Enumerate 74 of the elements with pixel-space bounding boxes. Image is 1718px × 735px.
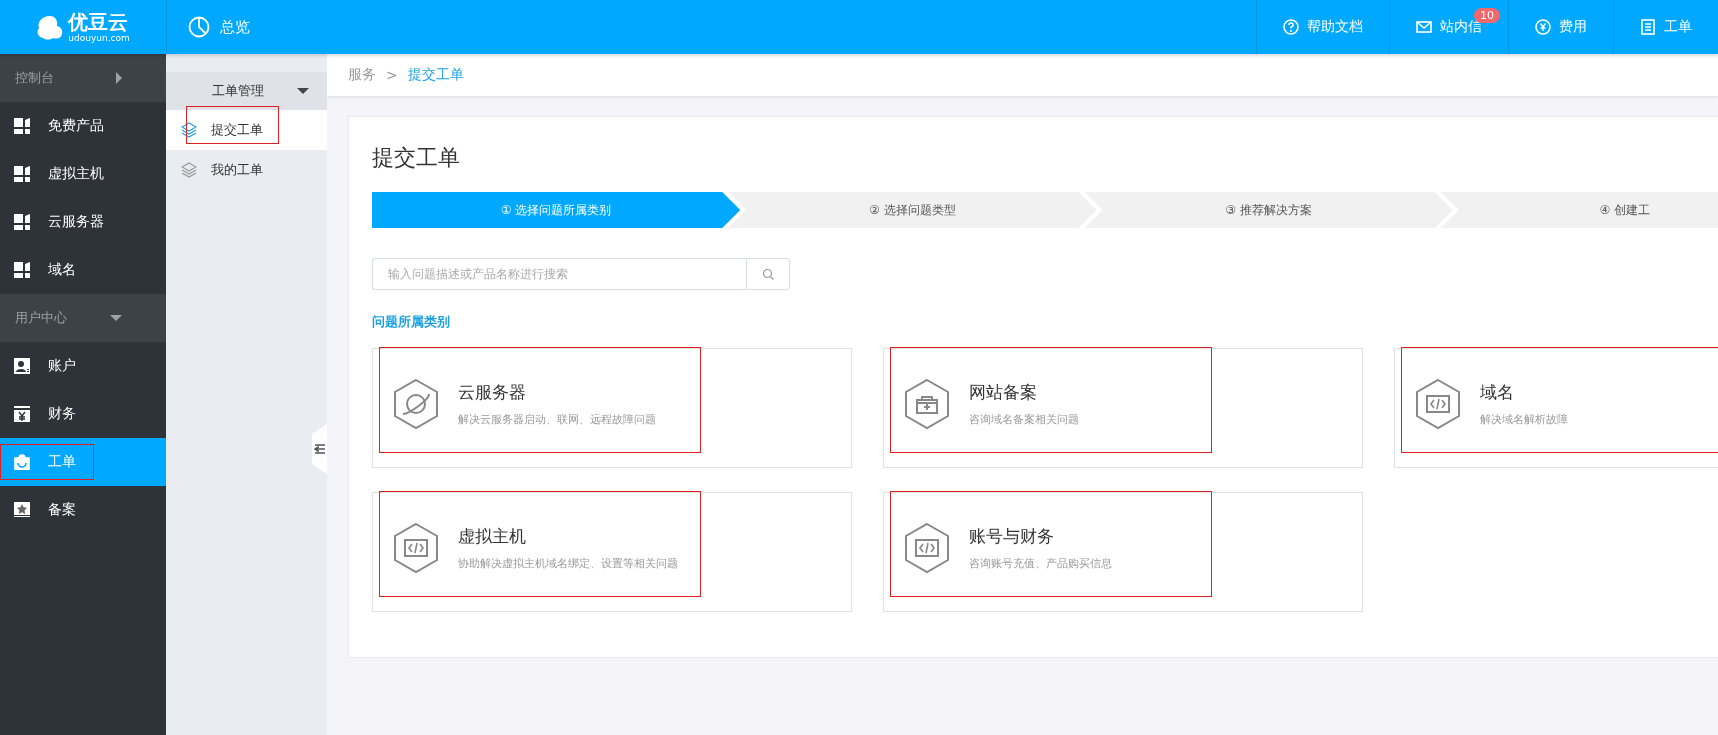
brand-name: 优豆云 xyxy=(68,11,130,32)
sidebar-section-header[interactable]: 用户中心 xyxy=(0,294,166,342)
code-hexagon-icon xyxy=(902,522,952,574)
caret-down-icon xyxy=(110,315,122,321)
section-label: 控制台 xyxy=(15,69,54,87)
mail-icon xyxy=(1416,19,1432,35)
pie-chart-icon xyxy=(188,16,210,38)
brand-domain: udouyun.com xyxy=(68,33,130,43)
sidebar-item[interactable]: 域名 xyxy=(0,246,166,294)
grid-icon xyxy=(14,262,30,278)
sidebar-item[interactable]: 财务 xyxy=(0,390,166,438)
cloud-logo-icon xyxy=(36,14,65,40)
layers-icon xyxy=(181,122,197,138)
sidebar-item[interactable]: 虚拟主机 xyxy=(0,150,166,198)
yen-icon xyxy=(1535,19,1551,35)
card-title: 域名 xyxy=(1480,381,1515,404)
nav-label: 帮助文档 xyxy=(1307,18,1363,36)
panel-title: 提交工单 xyxy=(372,144,461,172)
sidebar-label: 免费产品 xyxy=(48,117,104,135)
group-label: 工单管理 xyxy=(212,82,264,100)
sidebar-section-header[interactable]: 控制台 xyxy=(0,54,166,102)
search-field[interactable]: 输入问题描述或产品名称进行搜索 xyxy=(372,258,746,290)
sidebar-label: 备案 xyxy=(48,501,76,519)
sidebar-item[interactable]: 备案 xyxy=(0,486,166,534)
user-card-icon xyxy=(14,358,30,374)
star-certificate-icon xyxy=(14,502,30,518)
code-hexagon-icon xyxy=(391,522,441,574)
nav-label: 工单 xyxy=(1664,18,1692,36)
sidebar-label: 财务 xyxy=(48,405,76,423)
grid-icon xyxy=(14,214,30,230)
sidebar-label: 账户 xyxy=(48,357,76,375)
sidebar-item[interactable]: 云服务器 xyxy=(0,198,166,246)
caret-down-icon xyxy=(297,88,309,94)
category-card[interactable]: 网站备案 咨询域名备案相关问题 xyxy=(883,348,1363,468)
category-card[interactable]: 虚拟主机 协助解决虚拟主机域名绑定、设置等相关问题 xyxy=(372,492,852,612)
caret-right-icon xyxy=(116,72,122,84)
card-description: 解决域名解析故障 xyxy=(1480,412,1568,427)
bag-icon xyxy=(14,454,30,470)
sidebar-item[interactable]: 免费产品 xyxy=(0,102,166,150)
section-heading: 问题所属类别 xyxy=(372,313,451,331)
subnav-item[interactable]: 我的工单 xyxy=(166,150,327,190)
page-title: 总览 xyxy=(220,17,250,37)
subnav-label: 我的工单 xyxy=(211,161,263,179)
code-hexagon-icon xyxy=(1413,378,1463,430)
nav-label: 费用 xyxy=(1559,18,1587,36)
subnav-label: 提交工单 xyxy=(211,121,263,139)
card-title: 网站备案 xyxy=(969,381,1038,404)
card-title: 虚拟主机 xyxy=(458,525,527,548)
sidebar-item[interactable]: 账户 xyxy=(0,342,166,390)
category-card[interactable]: 账号与财务 咨询账号充值、产品购买信息 xyxy=(883,492,1363,612)
document-icon xyxy=(1640,19,1656,35)
card-title: 账号与财务 xyxy=(969,525,1055,548)
toolbox-hexagon-icon xyxy=(902,378,952,430)
subnav-group-header[interactable]: 工单管理 xyxy=(166,72,327,110)
search-icon xyxy=(762,268,774,280)
card-description: 协助解决虚拟主机域名绑定、设置等相关问题 xyxy=(458,556,678,571)
planet-hexagon-icon xyxy=(391,378,441,430)
card-description: 解决云服务器启动、联网、远程故障问题 xyxy=(458,412,656,427)
layers-icon xyxy=(181,162,197,178)
help-icon xyxy=(1283,19,1299,35)
yen-box-icon xyxy=(14,406,30,422)
grid-icon xyxy=(14,118,30,134)
card-title: 云服务器 xyxy=(458,381,527,404)
card-description: 咨询域名备案相关问题 xyxy=(969,412,1079,427)
category-card[interactable]: 域名 解决域名解析故障 xyxy=(1394,348,1718,468)
card-description: 咨询账号充值、产品购买信息 xyxy=(969,556,1112,571)
breadcrumb-separator: > xyxy=(386,67,398,83)
grid-icon xyxy=(14,166,30,182)
section-label: 用户中心 xyxy=(15,309,67,327)
sidebar-label: 云服务器 xyxy=(48,213,104,231)
sidebar-label: 域名 xyxy=(48,261,76,279)
sidebar-label: 工单 xyxy=(48,453,76,471)
sidebar-label: 虚拟主机 xyxy=(48,165,104,183)
category-card[interactable]: 云服务器 解决云服务器启动、联网、远程故障问题 xyxy=(372,348,852,468)
